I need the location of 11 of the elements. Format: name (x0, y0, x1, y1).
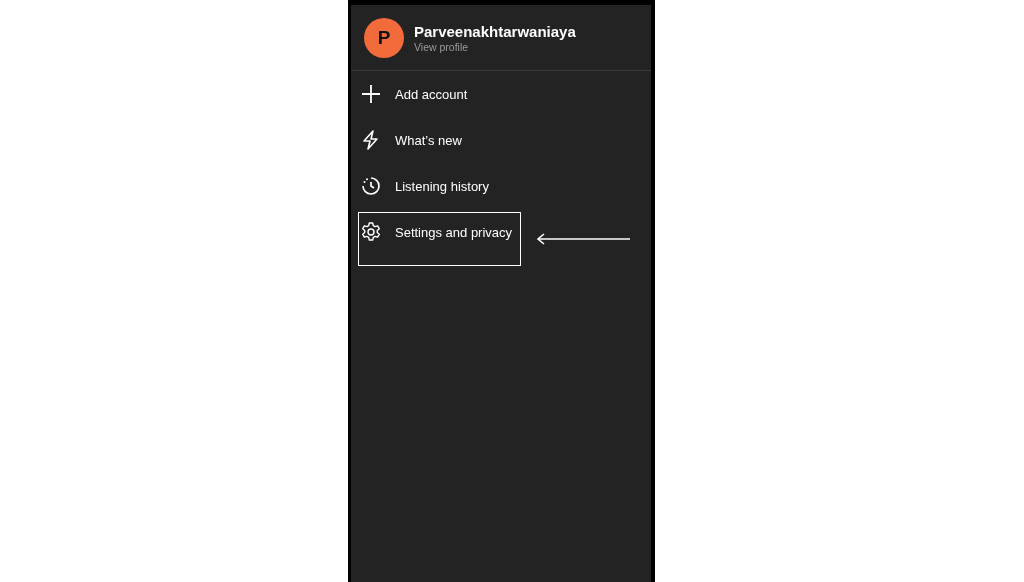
menu-item[interactable]: Settings and privacy (351, 209, 651, 255)
gear-icon (361, 222, 381, 242)
view-profile-link[interactable]: View profile (414, 41, 576, 53)
menu-item[interactable]: Add account (351, 71, 651, 117)
profile-name[interactable]: Parveenakhtarwaniaya (414, 23, 576, 40)
clock-icon (361, 176, 381, 196)
lightning-icon (361, 130, 381, 150)
menu-item[interactable]: What’s new (351, 117, 651, 163)
avatar[interactable]: P (364, 18, 404, 58)
menu-item[interactable]: Listening history (351, 163, 651, 209)
plus-icon (361, 84, 381, 104)
